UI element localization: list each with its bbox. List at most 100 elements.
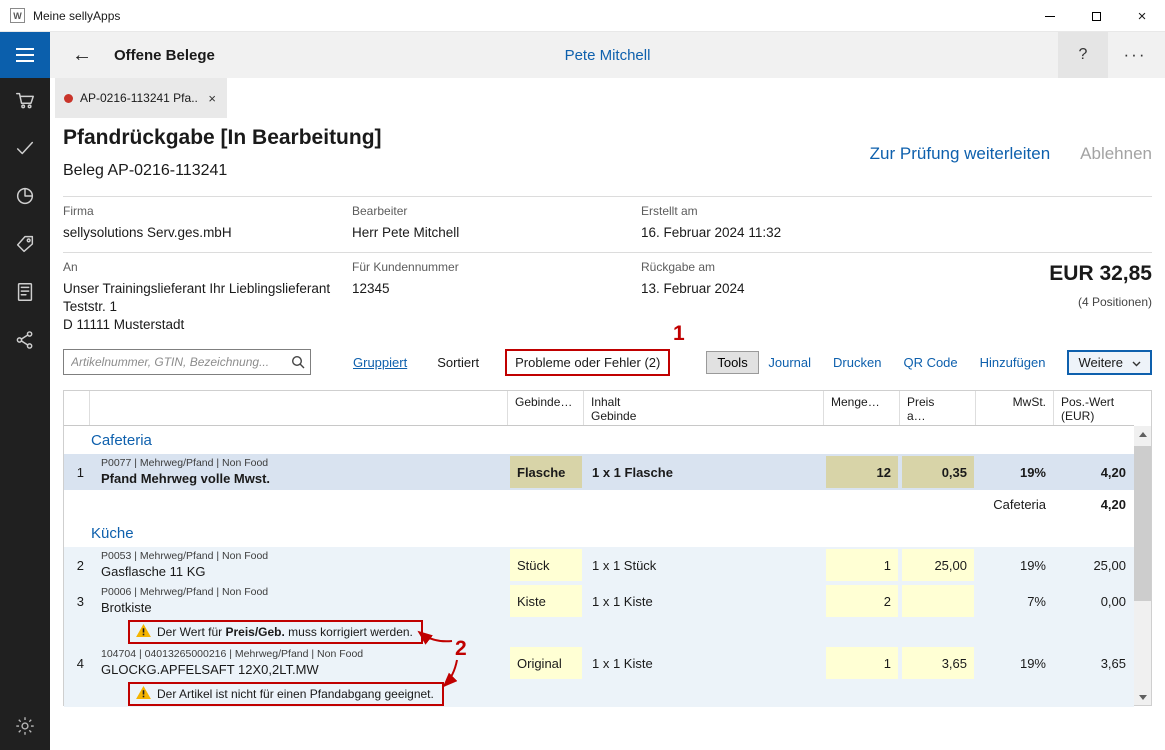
menge-editbox[interactable]: 1 [826,549,898,581]
erstellt-am-label: Erstellt am [641,204,921,218]
gebinde-editbox[interactable]: Kiste [510,585,582,617]
chevron-down-icon [1132,355,1141,370]
tab-close-icon[interactable]: × [206,91,218,106]
vertical-scrollbar[interactable] [1134,426,1151,705]
pos-wert-cell: 25,00 [1054,547,1134,583]
user-name[interactable]: Pete Mitchell [50,47,1165,64]
item-name: Pfand Mehrweg volle Mwst. [101,471,502,486]
preis-editbox[interactable]: 3,65 [902,647,974,679]
sidebar-item-cart[interactable] [0,78,50,126]
tab-document[interactable]: AP-0216-113241 Pfa... × [55,78,227,118]
sidebar-item-settings[interactable] [0,706,50,750]
recipient-line3: D 11111 Musterstadt [63,316,343,334]
item-description: P0077 | Mehrweg/Pfand | Non FoodPfand Me… [90,454,508,490]
table-row[interactable]: 4 104704 | 04013265000216 | Mehrweg/Pfand… [64,645,1134,681]
qr-code-link[interactable]: QR Code [903,355,957,370]
mwst-cell: 19% [976,645,1054,681]
recipient-line1: Unser Trainingslieferant Ihr Lieblingsli… [63,280,343,298]
menge-editbox[interactable]: 2 [826,585,898,617]
sidebar-item-prices[interactable] [0,222,50,270]
group-label[interactable]: Küche [90,525,1134,542]
preis-cell [900,583,976,619]
sidebar-item-tasks[interactable] [0,126,50,174]
forward-for-review-link[interactable]: Zur Prüfung weiterleiten [870,144,1050,164]
item-meta: P0006 | Mehrweg/Pfand | Non Food [101,586,502,598]
warning-text: Der Artikel ist nicht für einen Pfandabg… [157,687,434,701]
warning-spacer [64,619,90,645]
tab-bar: AP-0216-113241 Pfa... × [50,78,1165,118]
sidebar-item-journal[interactable] [0,270,50,318]
kundennummer-label: Für Kundennummer [352,260,632,274]
table-row[interactable]: 3P0006 | Mehrweg/Pfand | Non FoodBrotkis… [64,583,1134,619]
sortiert-toggle[interactable]: Sortiert [437,355,479,370]
group-label[interactable]: Cafeteria [90,432,1134,449]
gebinde-cell: Stück [508,547,584,583]
more-options-button[interactable]: ··· [1113,32,1157,78]
search-icon[interactable] [286,354,310,370]
hinzufuegen-link[interactable]: Hinzufügen [980,355,1046,370]
menge-editbox[interactable]: 1 [826,647,898,679]
window-title: Meine sellyApps [33,9,120,23]
search-input[interactable] [64,351,286,373]
journal-link[interactable]: Journal [768,355,811,370]
table-body: Cafeteria1P0077 | Mehrweg/Pfand | Non Fo… [64,426,1151,707]
document-content: Pfandrückgabe [In Bearbeitung] Zur Prüfu… [50,118,1165,750]
gebinde-cell: Original [508,645,584,681]
item-meta: 104704 | 04013265000216 | Mehrweg/Pfand … [101,648,502,660]
table-row[interactable]: 2P0053 | Mehrweg/Pfand | Non FoodGasflas… [64,547,1134,583]
preis-editbox[interactable] [902,585,974,617]
col-gebinde[interactable]: Gebinde… [508,391,584,425]
row-number: 4 [64,645,90,681]
warning-triangle-icon [136,686,151,702]
firma-value: sellysolutions Serv.ges.mbH [63,224,343,242]
preis-editbox[interactable]: 0,35 [902,456,974,488]
table-row[interactable]: 1P0077 | Mehrweg/Pfand | Non FoodPfand M… [64,454,1134,490]
scrollbar-thumb[interactable] [1134,446,1151,601]
col-preis[interactable]: Preisa… [900,391,976,425]
col-inhalt-gebinde[interactable]: InhaltGebinde [584,391,824,425]
gebinde-cell: Kiste [508,583,584,619]
menge-editbox[interactable]: 12 [826,456,898,488]
scroll-up-button[interactable] [1134,426,1151,442]
warning-box: Der Wert für Preis/Geb. muss korrigiert … [128,620,423,644]
total-amount: EUR 32,85 [1049,262,1152,286]
search-box[interactable] [63,349,311,375]
gebinde-editbox[interactable]: Flasche [510,456,582,488]
bearbeiter-label: Bearbeiter [352,204,632,218]
col-pos-wert[interactable]: Pos.-Wert(EUR) [1054,391,1134,425]
close-button[interactable]: × [1119,0,1165,32]
mwst-cell: 7% [976,583,1054,619]
warning-cell: Der Wert für Preis/Geb. muss korrigiert … [90,619,1134,645]
subtotal-label: Cafeteria [976,490,1054,519]
sidebar-item-reports[interactable] [0,174,50,222]
warning-row: Der Wert für Preis/Geb. muss korrigiert … [64,619,1134,645]
drucken-link[interactable]: Drucken [833,355,881,370]
positions-table: Gebinde… InhaltGebinde Menge… Preisa… Mw… [63,390,1152,706]
sidebar-item-share[interactable] [0,318,50,366]
weitere-button[interactable]: Weitere [1067,350,1152,375]
gebinde-editbox[interactable]: Original [510,647,582,679]
item-description: P0006 | Mehrweg/Pfand | Non FoodBrotkist… [90,583,508,619]
preis-editbox[interactable]: 25,00 [902,549,974,581]
minimize-button[interactable] [1027,0,1073,32]
menge-cell: 12 [824,454,900,490]
menu-button[interactable] [0,32,50,78]
scroll-down-button[interactable] [1134,689,1151,705]
gebinde-editbox[interactable]: Stück [510,549,582,581]
help-button[interactable]: ? [1058,32,1108,78]
divider [63,196,1152,197]
tools-button[interactable]: Tools [706,351,758,374]
gruppiert-toggle[interactable]: Gruppiert [353,355,407,370]
maximize-button[interactable] [1073,0,1119,32]
col-menge[interactable]: Menge… [824,391,900,425]
back-button[interactable]: ← [72,44,92,67]
item-meta: P0053 | Mehrweg/Pfand | Non Food [101,550,502,562]
probleme-oder-fehler-button[interactable]: Probleme oder Fehler (2) [505,349,670,376]
col-description [90,391,508,425]
row-number: 2 [64,547,90,583]
preis-cell: 3,65 [900,645,976,681]
hamburger-icon [16,48,34,50]
col-mwst[interactable]: MwSt. [976,391,1054,425]
an-label: An [63,260,343,274]
gebinde-cell: Flasche [508,454,584,490]
